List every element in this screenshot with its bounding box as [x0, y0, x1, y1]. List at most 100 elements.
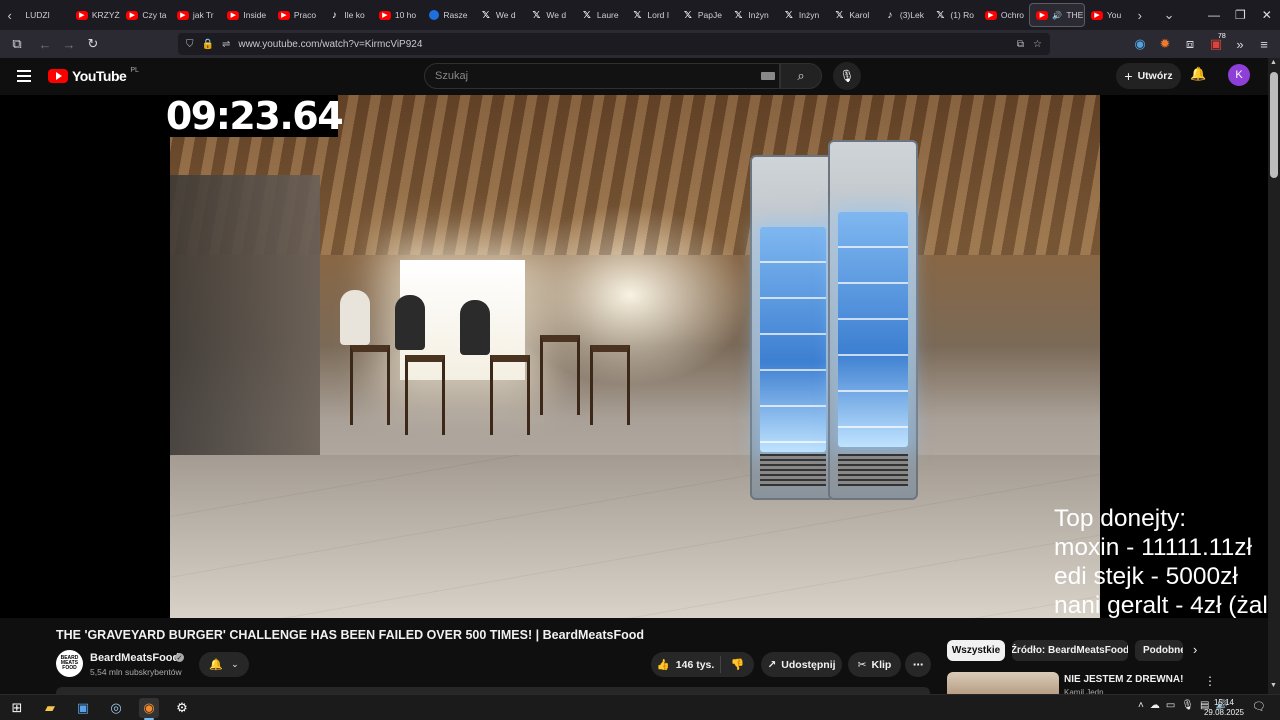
- tab-item[interactable]: 𝕏 (1) Ro: [928, 0, 979, 30]
- tab-item[interactable]: ▶ jak Tr: [171, 0, 222, 30]
- tab-item[interactable]: 𝕏 Laure: [575, 0, 626, 30]
- like-dislike-group: 👍 146 tys. 👎: [651, 652, 754, 677]
- search-placeholder: Szukaj: [435, 70, 469, 82]
- menu-icon[interactable]: [17, 70, 31, 82]
- shield-icon[interactable]: ⛉: [186, 39, 194, 50]
- tab-item[interactable]: ▶ 10 ho: [373, 0, 424, 30]
- tab-item[interactable]: Rasze: [423, 0, 474, 30]
- x-icon: 𝕏: [532, 9, 541, 21]
- tab-item[interactable]: 𝕏 Karol: [827, 0, 878, 30]
- steam-icon[interactable]: ◎: [106, 698, 126, 718]
- system-clock[interactable]: 15:14 29.08.2025: [1202, 698, 1246, 718]
- reload-icon[interactable]: ↻: [81, 32, 105, 56]
- restore-icon[interactable]: ❐: [1227, 0, 1253, 30]
- tab-item[interactable]: ▶ Ochro: [979, 0, 1030, 30]
- address-bar[interactable]: ⛉ 🔒 ⇌ www.youtube.com/watch?v=KirmcViP92…: [178, 33, 1050, 55]
- tab-item[interactable]: 𝕏 Inżyn: [726, 0, 777, 30]
- tab-active[interactable]: ▶ 🔊 THE ×: [1029, 3, 1085, 27]
- keyboard-icon[interactable]: [761, 72, 775, 80]
- tab-item[interactable]: LUDZI: [19, 0, 70, 30]
- chevron-right-icon[interactable]: ›: [1193, 642, 1197, 657]
- tab-item[interactable]: 𝕏 Lord I: [625, 0, 676, 30]
- youtube-logo[interactable]: YouTube PL: [48, 67, 139, 84]
- tab-item[interactable]: 𝕏 Inżyn: [777, 0, 828, 30]
- tab-item[interactable]: ▶ KRZYŻ: [70, 0, 121, 30]
- description-box[interactable]: [56, 687, 930, 694]
- dislike-button[interactable]: 👎: [721, 658, 754, 671]
- extension-fox-icon[interactable]: ✹: [1153, 32, 1177, 56]
- file-explorer-icon[interactable]: ▰: [40, 698, 60, 718]
- scroll-down-arrow-icon[interactable]: ▼: [1270, 682, 1277, 689]
- tab-item[interactable]: ♪ Ile ko: [322, 0, 373, 30]
- tab-item[interactable]: ▶ Praco: [272, 0, 323, 30]
- scrollbar-thumb[interactable]: [1270, 72, 1278, 178]
- extension-shield-icon[interactable]: ◉: [1128, 32, 1152, 56]
- chip-related[interactable]: Podobne: [1135, 640, 1183, 661]
- create-button[interactable]: + Utwórz: [1116, 63, 1181, 89]
- voice-search-icon[interactable]: 🎙: [833, 62, 861, 90]
- windows-start-icon[interactable]: ⊞: [7, 698, 27, 718]
- tab-item[interactable]: 𝕏 We d: [474, 0, 525, 30]
- thumbs-up-icon: 👍: [656, 659, 670, 671]
- video-player[interactable]: 09:23.64 Top donejty: moxin - 11111.11zł…: [0, 95, 1268, 618]
- overflow-menu-icon[interactable]: »: [1228, 32, 1252, 56]
- tab-item[interactable]: ♪ (3)Lek: [878, 0, 929, 30]
- settings-gear-icon[interactable]: ⚙: [172, 698, 192, 718]
- clip-button[interactable]: ✂ Klip: [848, 652, 901, 677]
- recommendation-title[interactable]: NIE JESTEM Z DREWNA!: [1064, 674, 1183, 685]
- video-bar-stool: [590, 345, 630, 425]
- youtube-icon: ▶: [1090, 10, 1103, 20]
- lock-icon[interactable]: 🔒: [202, 39, 214, 50]
- like-button[interactable]: 👍 146 tys.: [651, 656, 721, 673]
- tab-label: (3)Lek: [899, 10, 924, 20]
- tab-youtube[interactable]: ▶ You: [1085, 0, 1130, 30]
- youtube-icon: ▶: [1036, 10, 1049, 20]
- kebab-menu-icon[interactable]: ⋮: [1204, 674, 1216, 688]
- tab-scroll-left-icon[interactable]: ‹: [0, 0, 19, 30]
- minimize-icon[interactable]: —: [1201, 0, 1227, 30]
- share-button[interactable]: ↗ Udostępnij: [761, 652, 842, 677]
- tab-list-dropdown-icon[interactable]: ⌄: [1159, 0, 1178, 30]
- tray-overflow-icon[interactable]: ˄: [1138, 700, 1144, 711]
- usb-icon[interactable]: ▭: [1166, 700, 1175, 711]
- microphone-icon[interactable]: 🎙: [1181, 700, 1194, 711]
- tab-item[interactable]: ▶ Inside: [221, 0, 272, 30]
- back-icon[interactable]: ←: [33, 32, 57, 56]
- like-count: 146 tys.: [675, 658, 715, 671]
- tab-item[interactable]: 𝕏 We d: [524, 0, 575, 30]
- channel-name[interactable]: BeardMeatsFood: [90, 652, 179, 664]
- x-icon: 𝕏: [835, 9, 844, 21]
- bookmark-star-icon[interactable]: ☆: [1033, 39, 1042, 50]
- tab-item[interactable]: ▶ Czy ta: [120, 0, 171, 30]
- search-input[interactable]: Szukaj: [424, 63, 780, 89]
- url-text[interactable]: www.youtube.com/watch?v=KirmcViP924: [238, 39, 422, 50]
- tab-item[interactable]: 𝕏 PapJe: [676, 0, 727, 30]
- subscription-bell-button[interactable]: 🔔 ⌄: [199, 652, 249, 677]
- x-icon: 𝕏: [734, 9, 743, 21]
- forward-icon[interactable]: →: [57, 32, 81, 56]
- sidebar-toggle-icon[interactable]: ⧉: [5, 32, 29, 56]
- tab-scroll-right-icon[interactable]: ›: [1130, 0, 1149, 30]
- firefox-icon[interactable]: ◉: [139, 698, 159, 720]
- notifications-bell-icon[interactable]: 🔔: [1190, 66, 1206, 82]
- picture-in-picture-icon[interactable]: ⧉: [1017, 39, 1024, 50]
- scissors-icon: ✂: [857, 658, 867, 671]
- chip-from-channel[interactable]: Źródło: BeardMeatsFood: [1012, 640, 1128, 661]
- youtube-icon: ▶: [126, 10, 139, 20]
- permissions-icon[interactable]: ⇌: [222, 39, 230, 50]
- youtube-icon: ▶: [176, 10, 189, 20]
- cloud-icon[interactable]: ☁: [1150, 700, 1160, 711]
- notification-center-icon[interactable]: 🗨: [1252, 700, 1266, 713]
- extensions-icon[interactable]: ⧈: [1178, 32, 1202, 56]
- channel-avatar[interactable]: BEARD MEATS FOOD: [56, 650, 83, 677]
- scroll-up-arrow-icon[interactable]: ▲: [1270, 59, 1277, 66]
- avatar[interactable]: K: [1228, 64, 1250, 86]
- recommendation-thumbnail[interactable]: [947, 672, 1059, 694]
- app-icon[interactable]: ▣: [73, 698, 93, 718]
- close-window-icon[interactable]: ✕: [1254, 0, 1280, 30]
- extension-badge-icon[interactable]: ▣ 78: [1204, 32, 1228, 56]
- more-actions-button[interactable]: ⋯: [905, 652, 931, 677]
- app-menu-icon[interactable]: ≡: [1252, 32, 1276, 56]
- chip-all[interactable]: Wszystkie: [947, 640, 1005, 661]
- search-button[interactable]: ⌕: [780, 63, 822, 89]
